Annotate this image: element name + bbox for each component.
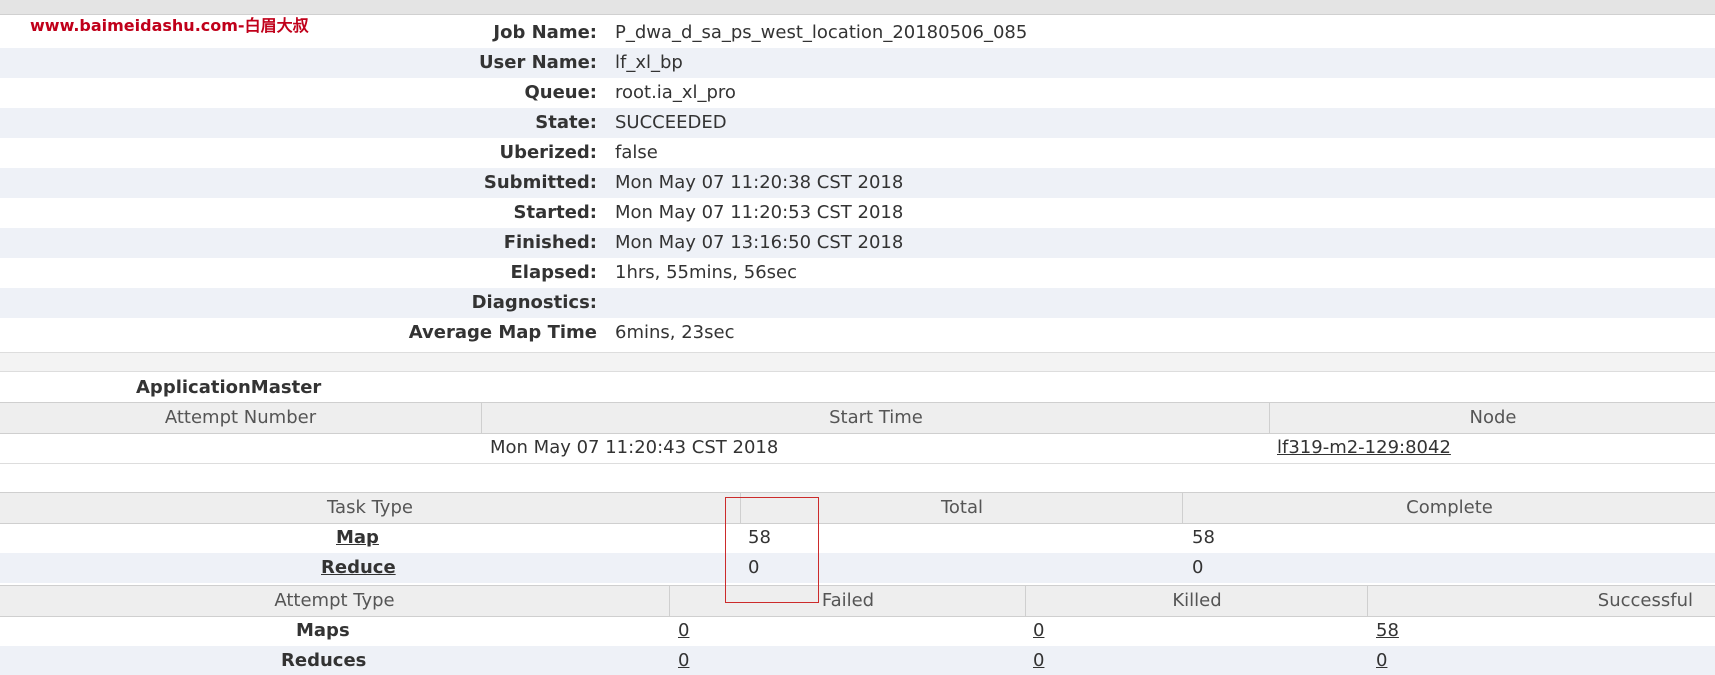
job-row-finished: Finished: Mon May 07 13:16:50 CST 2018 (0, 228, 1715, 258)
user-name-value: lf_xl_bp (615, 52, 683, 73)
submitted-label: Submitted: (483, 172, 597, 193)
submitted-value: Mon May 07 11:20:38 CST 2018 (615, 172, 904, 193)
am-data-row: Mon May 07 11:20:43 CST 2018 lf319-m2-12… (0, 433, 1715, 464)
attempt-header-failed[interactable]: Failed (669, 586, 1026, 616)
application-master-title: ApplicationMaster (136, 377, 322, 398)
job-row-started: Started: Mon May 07 11:20:53 CST 2018 (0, 198, 1715, 228)
attempt-reduces-failed[interactable]: 0 (678, 646, 689, 675)
queue-value: root.ia_xl_pro (615, 82, 736, 103)
started-value: Mon May 07 11:20:53 CST 2018 (615, 202, 904, 223)
section-divider (0, 352, 1715, 372)
elapsed-value: 1hrs, 55mins, 56sec (615, 262, 798, 283)
attempt-reduces-killed[interactable]: 0 (1033, 646, 1044, 675)
avg-map-time-value: 6mins, 23sec (615, 322, 735, 343)
attempt-maps-killed[interactable]: 0 (1033, 616, 1044, 646)
attempt-header-row: Attempt Type Failed Killed Successful (0, 585, 1715, 617)
attempt-reduces-label: Reduces (281, 650, 367, 671)
task-header-complete[interactable]: Complete (1182, 493, 1715, 523)
attempt-row-maps: Maps 0 0 58 (0, 616, 1715, 646)
job-row-name: Job Name: P_dwa_d_sa_ps_west_location_20… (0, 18, 1715, 48)
am-node-link[interactable]: lf319-m2-129:8042 (1277, 433, 1451, 463)
task-header-type[interactable]: Task Type (0, 493, 740, 523)
finished-value: Mon May 07 13:16:50 CST 2018 (615, 232, 904, 253)
job-name-label: Job Name: (493, 22, 597, 43)
queue-label: Queue: (524, 82, 597, 103)
job-row-elapsed: Elapsed: 1hrs, 55mins, 56sec (0, 258, 1715, 288)
attempt-maps-failed[interactable]: 0 (678, 616, 689, 646)
attempt-header-type[interactable]: Attempt Type (0, 586, 669, 616)
attempt-header-killed[interactable]: Killed (1025, 586, 1368, 616)
attempt-reduces-successful[interactable]: 0 (1376, 646, 1387, 675)
task-header-total[interactable]: Total (740, 493, 1183, 523)
job-row-state: State: SUCCEEDED (0, 108, 1715, 138)
job-row-submitted: Submitted: Mon May 07 11:20:38 CST 2018 (0, 168, 1715, 198)
attempt-row-reduces: Reduces 0 0 0 (0, 646, 1715, 675)
state-value: SUCCEEDED (615, 112, 727, 133)
avg-map-time-label: Average Map Time (408, 322, 597, 343)
attempt-maps-label: Maps (296, 620, 350, 641)
job-row-avg-map-time: Average Map Time 6mins, 23sec (0, 318, 1715, 348)
job-name-value: P_dwa_d_sa_ps_west_location_20180506_085 (615, 22, 1028, 43)
task-row-map: Map 58 58 (0, 523, 1715, 553)
uberized-label: Uberized: (499, 142, 597, 163)
job-row-user: User Name: lf_xl_bp (0, 48, 1715, 78)
diagnostics-label: Diagnostics: (471, 292, 597, 313)
am-header-row: Attempt Number Start Time Node (0, 402, 1715, 434)
task-map-link[interactable]: Map (336, 523, 379, 553)
user-name-label: User Name: (478, 52, 597, 73)
task-reduce-complete: 0 (1192, 557, 1204, 578)
task-reduce-link[interactable]: Reduce (321, 553, 396, 583)
started-label: Started: (513, 202, 598, 223)
job-row-diagnostics: Diagnostics: (0, 288, 1715, 318)
task-map-total: 58 (748, 527, 771, 548)
state-label: State: (535, 112, 597, 133)
am-header-attempt-number[interactable]: Attempt Number (0, 403, 481, 433)
task-header-row: Task Type Total Complete (0, 492, 1715, 524)
finished-label: Finished: (503, 232, 597, 253)
elapsed-label: Elapsed: (510, 262, 597, 283)
task-map-complete: 58 (1192, 527, 1215, 548)
task-reduce-total: 0 (748, 557, 760, 578)
am-start-time: Mon May 07 11:20:43 CST 2018 (490, 437, 779, 458)
am-header-start-time[interactable]: Start Time (481, 403, 1270, 433)
job-row-queue: Queue: root.ia_xl_pro (0, 78, 1715, 108)
job-row-uberized: Uberized: false (0, 138, 1715, 168)
attempt-maps-successful[interactable]: 58 (1376, 616, 1399, 646)
task-row-reduce: Reduce 0 0 (0, 553, 1715, 583)
attempt-header-successful[interactable]: Successful (1367, 586, 1715, 616)
uberized-value: false (615, 142, 658, 163)
am-header-node[interactable]: Node (1269, 403, 1715, 433)
